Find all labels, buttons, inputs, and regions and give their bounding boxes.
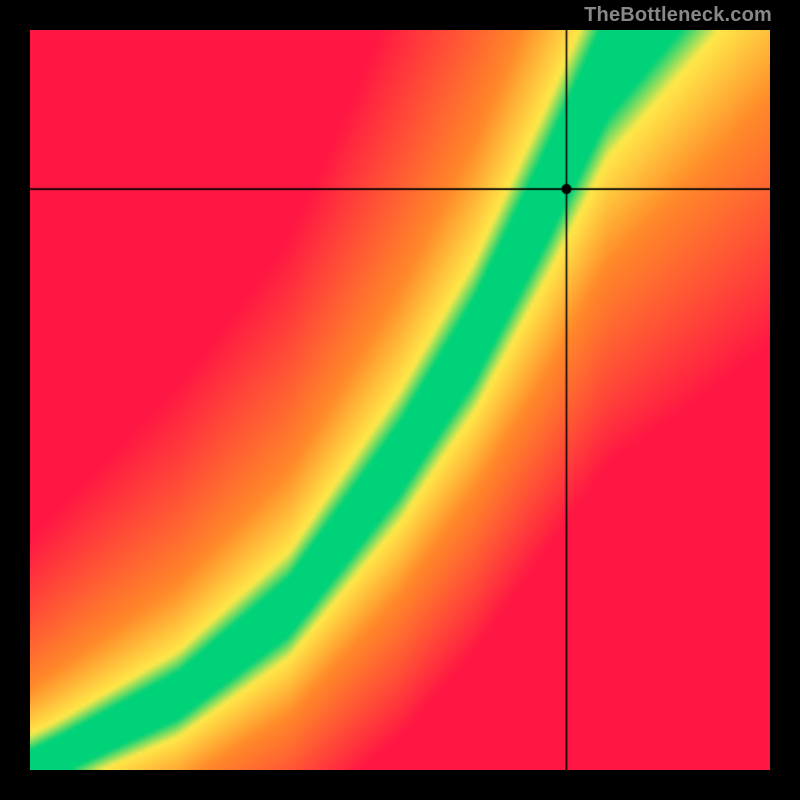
heatmap-canvas <box>30 30 770 770</box>
watermark-text: TheBottleneck.com <box>584 4 772 27</box>
heatmap-plot <box>30 30 770 770</box>
